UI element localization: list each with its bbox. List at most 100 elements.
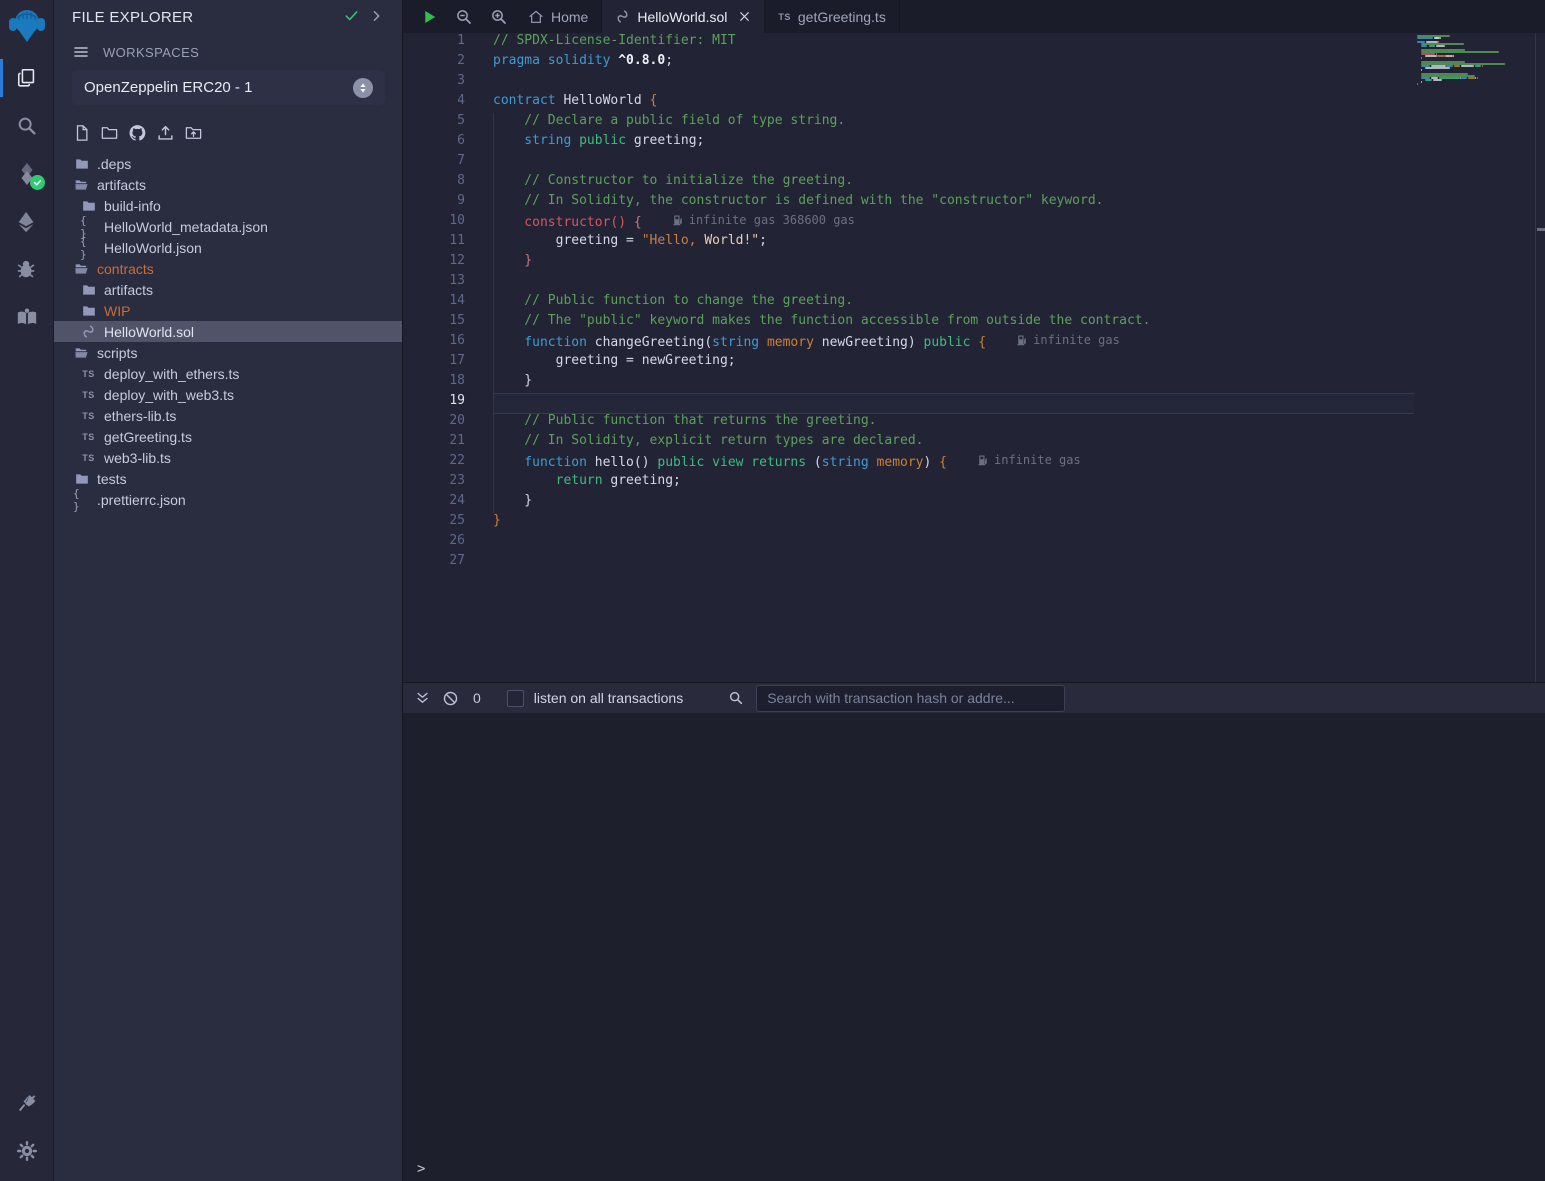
line-number: 3 — [403, 73, 465, 93]
folder-open-icon — [73, 346, 90, 360]
new-folder-icon[interactable] — [100, 122, 119, 144]
tree-item-label: artifacts — [97, 177, 146, 193]
line-number: 18 — [403, 373, 465, 393]
line-number: 24 — [403, 493, 465, 513]
folder-icon — [80, 283, 97, 297]
tab-getgreeting-ts[interactable]: TSgetGreeting.ts — [765, 0, 899, 33]
tab-home[interactable]: Home — [515, 0, 602, 33]
solidity-file-icon — [80, 324, 97, 339]
line-number: 12 — [403, 253, 465, 273]
terminal-toolbar: 0 listen on all transactions — [403, 682, 1545, 713]
code-line-25: } — [493, 513, 1545, 533]
tab-label: getGreeting.ts — [798, 9, 886, 25]
chevron-right-icon[interactable] — [370, 9, 383, 28]
tree-item-scripts[interactable]: scripts — [54, 342, 402, 363]
code-line-16: function changeGreeting(string memory ne… — [493, 333, 1545, 353]
tree-item-label: .prettierrc.json — [97, 492, 186, 508]
plugin-manager-icon[interactable] — [0, 1079, 54, 1127]
tree-item-build-info[interactable]: build-info — [54, 195, 402, 216]
code-line-7 — [493, 153, 1545, 173]
minimap[interactable] — [1417, 35, 1503, 89]
code-line-1: // SPDX-License-Identifier: MIT — [493, 33, 1545, 53]
activity-bar-top — [0, 0, 53, 1079]
close-tab-icon[interactable] — [738, 10, 751, 23]
tree-item-web3-lib-ts[interactable]: TS web3-lib.ts — [54, 447, 402, 468]
file-explorer-icon[interactable] — [0, 54, 54, 102]
json-file-icon: { } — [80, 235, 97, 261]
run-script-button[interactable] — [421, 8, 438, 26]
code-line-11: greeting = "Hello, World!"; — [493, 233, 1545, 253]
solidity-compiler-icon[interactable] — [0, 150, 54, 198]
tree-item-label: deploy_with_ethers.ts — [104, 366, 239, 382]
line-number: 20 — [403, 413, 465, 433]
new-file-icon[interactable] — [72, 122, 91, 144]
code-line-21: // In Solidity, explicit return types ar… — [493, 433, 1545, 453]
tree-item-wip[interactable]: WIP — [54, 300, 402, 321]
tree-item-helloworld-sol[interactable]: HelloWorld.sol — [54, 321, 402, 342]
line-number: 17 — [403, 353, 465, 373]
tree-item-tests[interactable]: tests — [54, 468, 402, 489]
github-icon[interactable] — [128, 122, 147, 144]
tree-item--prettierrc-json[interactable]: { } .prettierrc.json — [54, 489, 402, 510]
line-number: 21 — [403, 433, 465, 453]
tree-item-label: WIP — [104, 303, 130, 319]
tree-item-contracts[interactable]: contracts — [54, 258, 402, 279]
upload-file-icon[interactable] — [156, 122, 175, 144]
debugger-icon[interactable] — [0, 246, 54, 294]
activity-bar-bottom — [0, 1079, 53, 1181]
check-icon — [343, 9, 360, 28]
folder-icon — [73, 472, 90, 486]
terminal[interactable]: > — [403, 713, 1545, 1181]
terminal-clear-icon[interactable] — [442, 690, 459, 707]
editor-tabs: Home HelloWorld.solTSgetGreeting.ts — [515, 0, 900, 33]
deploy-run-icon[interactable] — [0, 198, 54, 246]
typescript-file-icon: TS — [80, 453, 97, 463]
settings-icon[interactable] — [0, 1127, 54, 1175]
code-line-4: contract HelloWorld { — [493, 93, 1545, 113]
gas-estimate-annotation: infinite gas — [1016, 333, 1120, 347]
tree-item-helloworld-json[interactable]: { }HelloWorld.json — [54, 237, 402, 258]
tree-item-getgreeting-ts[interactable]: TSgetGreeting.ts — [54, 426, 402, 447]
tree-item-label: artifacts — [104, 282, 153, 298]
json-file-icon: { } — [73, 487, 90, 513]
code-line-12: } — [493, 253, 1545, 273]
tree-item-deploy-with-web3-ts[interactable]: TSdeploy_with_web3.ts — [54, 384, 402, 405]
line-number: 26 — [403, 533, 465, 553]
hamburger-menu-icon[interactable] — [72, 44, 90, 60]
zoom-out-button[interactable] — [455, 8, 473, 26]
tree-item-label: web3-lib.ts — [104, 450, 171, 466]
search-icon[interactable] — [0, 102, 54, 150]
upload-folder-icon[interactable] — [184, 122, 203, 144]
code-line-19 — [493, 393, 1545, 413]
line-number: 9 — [403, 193, 465, 213]
code-line-10: constructor() {infinite gas 368600 gas — [493, 213, 1545, 233]
zoom-in-button[interactable] — [490, 8, 508, 26]
scrollbar-marker — [1537, 228, 1545, 231]
line-number: 4 — [403, 93, 465, 113]
code-line-26 — [493, 533, 1545, 553]
tree-item-ethers-lib-ts[interactable]: TSethers-lib.ts — [54, 405, 402, 426]
code-line-5: // Declare a public field of type string… — [493, 113, 1545, 133]
line-number: 10 — [403, 213, 465, 233]
tab-helloworld-sol[interactable]: HelloWorld.sol — [602, 0, 765, 33]
tree-item-artifacts[interactable]: artifacts — [54, 174, 402, 195]
workspace-select[interactable]: OpenZeppelin ERC20 - 1 — [72, 70, 385, 105]
tree-item-helloworld-metadata-json[interactable]: { }HelloWorld_metadata.json — [54, 216, 402, 237]
learneth-icon[interactable] — [0, 294, 54, 342]
tree-item-deploy-with-ethers-ts[interactable]: TSdeploy_with_ethers.ts — [54, 363, 402, 384]
line-number: 7 — [403, 153, 465, 173]
folder-open-icon — [73, 178, 90, 192]
workspace-sort-icon — [353, 78, 373, 98]
folder-open-icon — [73, 262, 90, 276]
listen-transactions-checkbox[interactable] — [507, 690, 524, 707]
tree-item-artifacts[interactable]: artifacts — [54, 279, 402, 300]
code-editor[interactable]: 1234567891011121314151617181920212223242… — [403, 33, 1545, 682]
code-line-6: string public greeting; — [493, 133, 1545, 153]
file-explorer-header: FILE EXPLORER — [54, 0, 402, 36]
code-line-8: // Constructor to initialize the greetin… — [493, 173, 1545, 193]
editor-pane: Home HelloWorld.solTSgetGreeting.ts 12 34… — [403, 0, 1545, 1181]
remix-logo-icon[interactable] — [0, 0, 54, 54]
terminal-search-input[interactable] — [756, 685, 1065, 712]
terminal-collapse-icon[interactable] — [415, 691, 430, 706]
tree-item--deps[interactable]: .deps — [54, 153, 402, 174]
